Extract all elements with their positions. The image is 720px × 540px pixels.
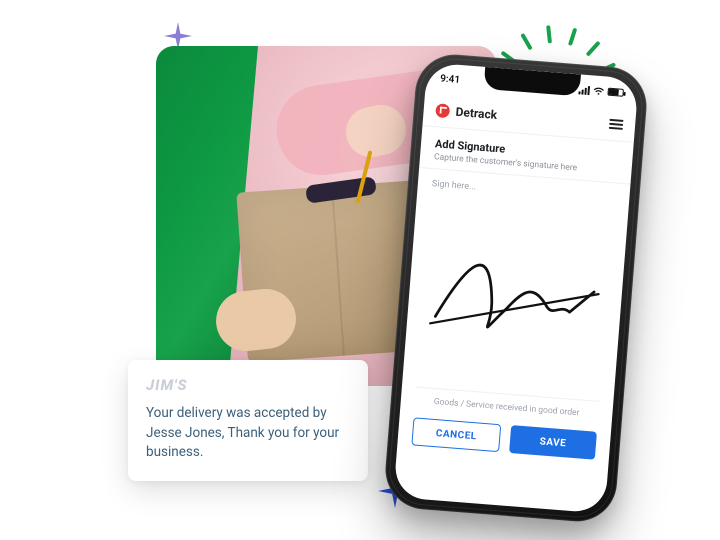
- cancel-button[interactable]: CANCEL: [411, 417, 501, 452]
- phone-frame: 9:41 Detrack Add Signature Capture the c…: [382, 52, 649, 525]
- battery-icon: [607, 88, 624, 97]
- status-time: 9:41: [440, 73, 461, 86]
- phone-screen: 9:41 Detrack Add Signature Capture the c…: [393, 62, 639, 513]
- notification-message: Your delivery was accepted by Jesse Jone…: [146, 404, 350, 463]
- brand-name: Detrack: [455, 104, 498, 121]
- menu-icon[interactable]: [609, 118, 624, 129]
- notification-card: JIM'S Your delivery was accepted by Jess…: [128, 360, 368, 481]
- save-button[interactable]: SAVE: [509, 425, 597, 460]
- wifi-icon: [592, 86, 605, 96]
- signature-stroke: [416, 195, 614, 395]
- signature-pad[interactable]: [416, 195, 614, 395]
- brand-logo-icon: [435, 103, 450, 118]
- notification-brand: JIM'S: [146, 376, 350, 394]
- signal-icon: [578, 85, 590, 95]
